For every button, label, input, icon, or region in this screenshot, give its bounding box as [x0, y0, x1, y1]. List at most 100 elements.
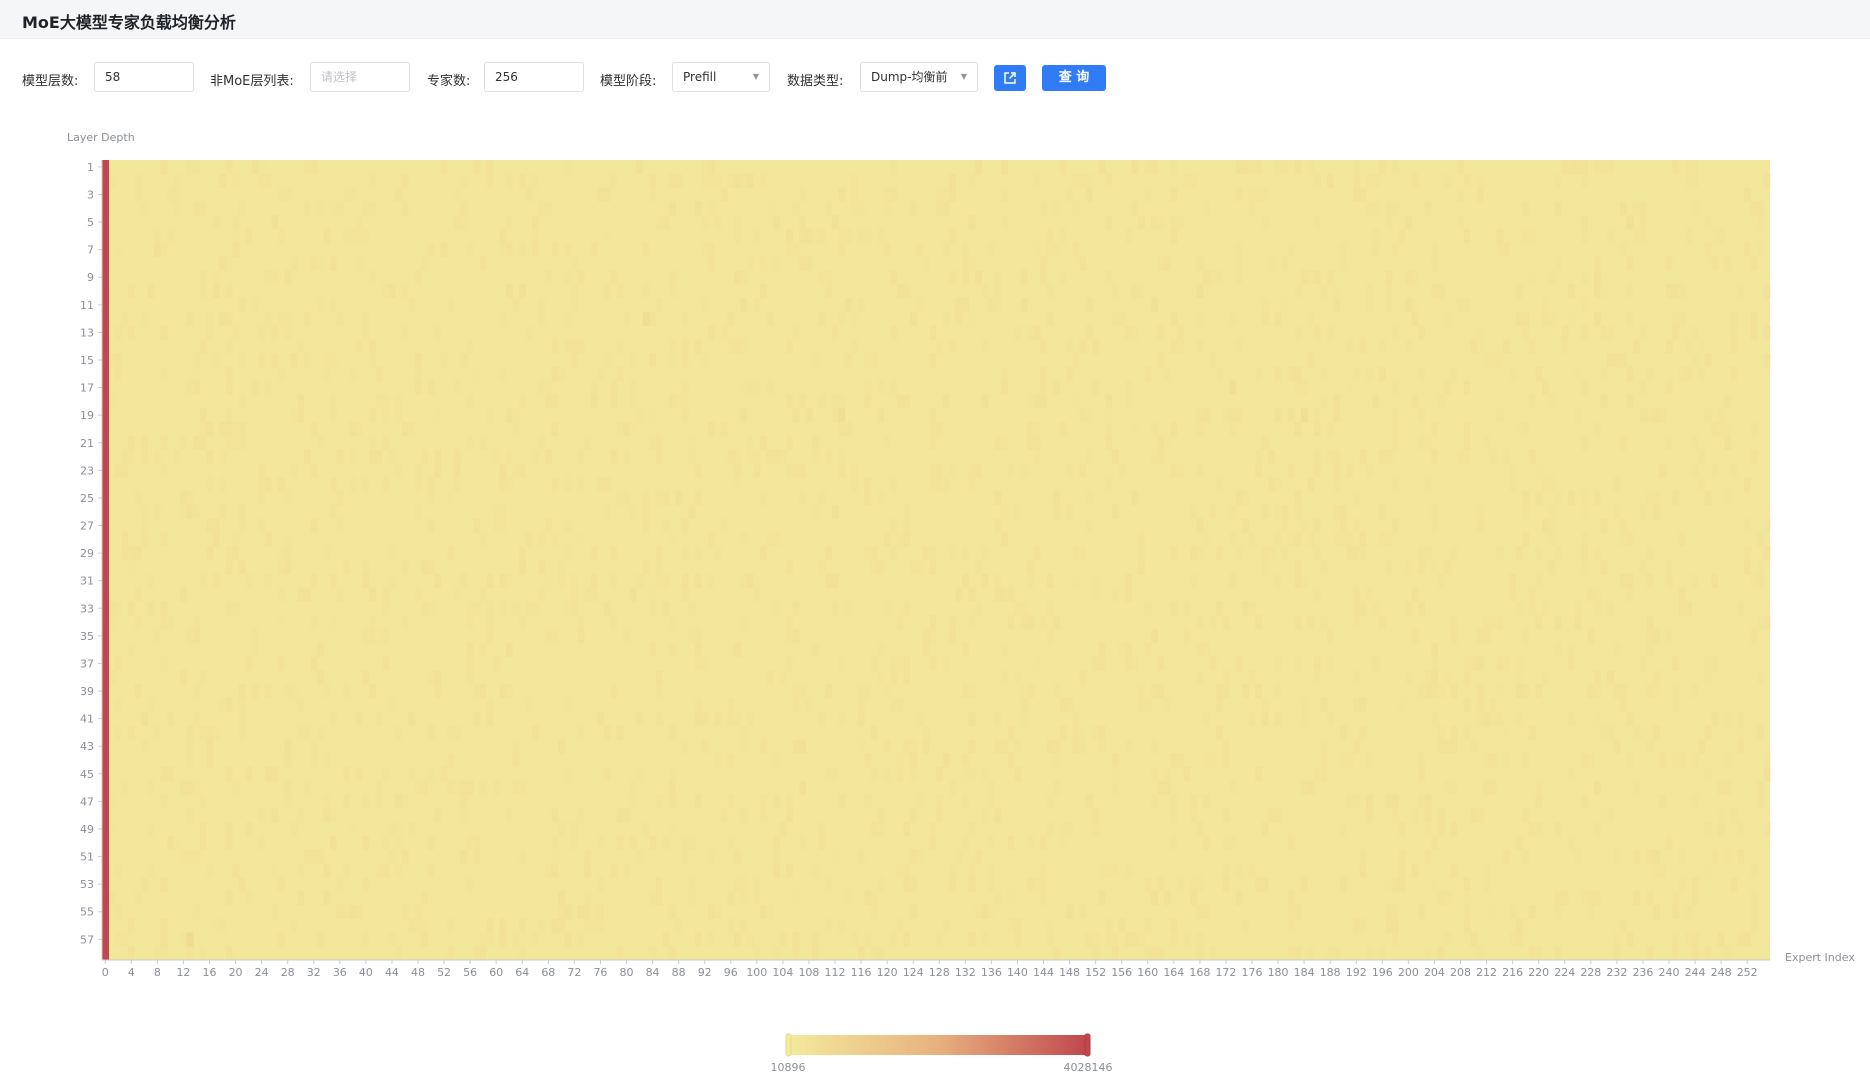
heatmap-cell: [245, 891, 253, 906]
heatmap-cell: [466, 394, 474, 409]
heatmap-cell: [1476, 946, 1484, 961]
heatmap-cell: [251, 297, 259, 313]
heatmap-cell: [1072, 394, 1080, 409]
heatmap-cell: [1333, 532, 1341, 547]
heatmap-cell: [1672, 753, 1680, 768]
heatmap-cell: [668, 794, 676, 809]
heatmap-cell: [1392, 904, 1399, 919]
heatmap-cell: [212, 532, 220, 547]
heatmap-cell: [564, 766, 572, 781]
heatmap-cell: [1457, 449, 1465, 464]
heatmap-cell: [870, 891, 878, 906]
heatmap-cell: [219, 173, 227, 188]
heatmap-cell: [564, 932, 572, 947]
heatmap-cell: [668, 270, 676, 285]
heatmap-cell: [1170, 601, 1178, 616]
heatmap-cell: [1750, 891, 1758, 906]
heatmap-cell: [799, 780, 806, 795]
heatmap-cell: [1581, 491, 1588, 506]
heatmap-cell: [773, 532, 780, 547]
heatmap-cell: [1307, 615, 1315, 630]
heatmap-cell: [460, 808, 468, 823]
heatmap-cell: [1255, 615, 1263, 630]
heatmap-cell: [108, 891, 116, 906]
heatmap-cell: [186, 628, 194, 644]
heatmap-cell: [747, 932, 754, 947]
non-moe-select[interactable]: 请选择: [310, 62, 410, 92]
heatmap-cell: [1046, 932, 1054, 947]
heatmap-cell: [962, 766, 969, 781]
heatmap-cell: [707, 532, 715, 547]
heatmap-cell: [1665, 380, 1673, 395]
heatmap-cell: [434, 670, 442, 685]
heatmap-cell: [1157, 256, 1165, 271]
heatmap-cell: [1568, 711, 1575, 726]
heatmap-cell: [1229, 780, 1237, 795]
heatmap-cell: [336, 904, 344, 919]
heatmap-cell: [219, 422, 227, 437]
heatmap-cell: [1535, 546, 1543, 561]
heatmap-cell: [1691, 891, 1699, 906]
heatmap-cell: [681, 835, 689, 850]
heatmap-cell: [160, 463, 168, 478]
heatmap-cell: [851, 477, 859, 492]
heatmap-cell: [284, 546, 292, 561]
heatmap-cell: [610, 394, 618, 409]
layers-input[interactable]: 58: [94, 62, 194, 92]
heatmap-cell: [1476, 325, 1484, 340]
heatmap-cell: [851, 201, 859, 216]
heatmap-cell: [636, 160, 644, 175]
heatmap-cell: [395, 835, 403, 850]
heatmap-cell: [564, 904, 572, 919]
heatmap-cell: [949, 228, 956, 244]
heatmap-cell: [1268, 808, 1276, 823]
x-tick-label: 132: [955, 966, 976, 979]
heatmap-cell: [1333, 284, 1341, 299]
heatmap-cell: [1437, 573, 1445, 588]
heatmap-cell: [1170, 794, 1178, 809]
heatmap-cell: [206, 753, 214, 768]
heatmap-cell: [1581, 546, 1588, 561]
heatmap-cell: [401, 904, 409, 919]
heatmap-cell: [1248, 187, 1256, 202]
query-button[interactable]: 查 询: [1042, 65, 1106, 91]
heatmap-cell: [1151, 449, 1158, 464]
heatmap-cell: [1196, 339, 1204, 354]
heatmap-cell: [1300, 697, 1308, 713]
heatmap-cell: [1059, 160, 1067, 175]
heatmap-cell: [147, 284, 155, 299]
heatmap-cell: [1033, 877, 1041, 892]
heatmap-cell: [1672, 160, 1680, 175]
heatmap-cell: [1463, 656, 1471, 671]
stage-select[interactable]: Prefill ▼: [672, 62, 770, 92]
heatmap-cell: [558, 560, 565, 575]
heatmap-cell: [1274, 656, 1282, 671]
experts-input[interactable]: 256: [484, 62, 584, 92]
heatmap-cell: [1040, 863, 1048, 878]
heatmap-cell: [303, 725, 311, 740]
heatmap-cell: [264, 766, 272, 781]
heatmap-cell: [108, 353, 116, 368]
heatmap-cell: [1170, 311, 1178, 326]
heatmap-cell: [1463, 670, 1471, 685]
export-button[interactable]: [994, 65, 1026, 91]
page-header: MoE大模型专家负载均衡分析: [0, 0, 1870, 39]
heatmap-cell: [851, 932, 859, 947]
heatmap-cell: [160, 946, 168, 961]
heatmap-cell: [1711, 711, 1719, 726]
datatype-select[interactable]: Dump-均衡前 ▼: [860, 62, 978, 92]
heatmap-cell: [1568, 766, 1575, 781]
x-tick-label: 156: [1111, 966, 1132, 979]
heatmap-cell: [193, 628, 201, 644]
heatmap-cell: [1522, 228, 1530, 244]
heatmap-cell: [681, 408, 689, 423]
heatmap-cell: [1320, 753, 1328, 768]
heatmap-cell: [668, 766, 676, 781]
heatmap-cell: [1561, 325, 1569, 340]
heatmap-cell: [962, 753, 969, 768]
heatmap-cell: [1418, 366, 1425, 381]
heatmap-cell: [623, 628, 631, 644]
heatmap-cell: [1190, 877, 1197, 892]
heatmap-cell: [1151, 794, 1158, 809]
heatmap-cell: [773, 849, 780, 864]
